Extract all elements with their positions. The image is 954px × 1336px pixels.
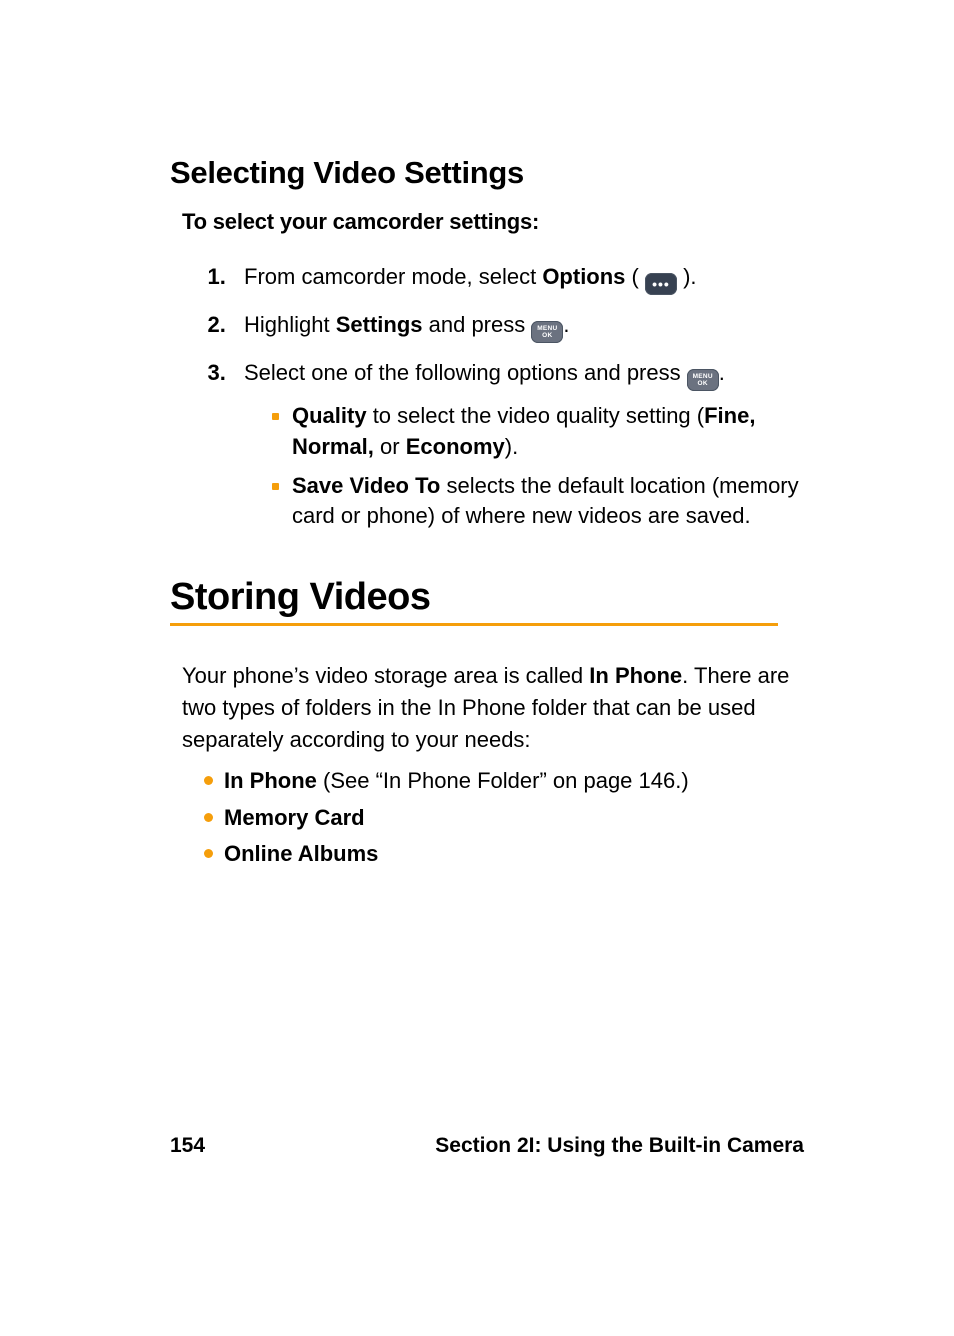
bullet-bold: Quality: [292, 403, 367, 428]
folder-bullets: In Phone (See “In Phone Folder” on page …: [182, 766, 804, 870]
step-bold: Options: [542, 264, 625, 289]
section-label: Section 2I: Using the Built-in Camera: [435, 1134, 804, 1158]
step-2: Highlight Settings and press MENUOK.: [232, 309, 804, 343]
sub-bullet: Save Video To selects the default locati…: [272, 471, 804, 533]
bullet-text: (See “In Phone Folder” on page 146.): [317, 768, 689, 793]
bullet-bold: Memory Card: [224, 805, 365, 830]
document-page: Selecting Video Settings To select your …: [0, 0, 954, 1336]
step-text: (: [625, 264, 645, 289]
icon-line: MENU: [537, 325, 557, 332]
bullet-text: ).: [505, 434, 518, 459]
step-text: ).: [677, 264, 697, 289]
step-text: and press: [423, 312, 532, 337]
options-key-icon: •••: [645, 273, 677, 295]
step-text: Select one of the following options and …: [244, 360, 687, 385]
step-1: From camcorder mode, select Options ( ••…: [232, 261, 804, 295]
page-heading: Storing Videos: [170, 576, 804, 619]
step-3: Select one of the following options and …: [232, 357, 804, 532]
bullet-bold: Save Video To: [292, 473, 440, 498]
step-bold: Settings: [336, 312, 423, 337]
step-text: Highlight: [244, 312, 336, 337]
list-item: Online Albums: [204, 839, 804, 870]
bullet-bold: Economy: [406, 434, 505, 459]
subsection-heading: Selecting Video Settings: [170, 155, 804, 191]
step-text: .: [719, 360, 725, 385]
step-text: .: [563, 312, 569, 337]
page-number: 154: [170, 1134, 205, 1158]
para-text: Your phone’s video storage area is calle…: [182, 663, 589, 688]
body-paragraph: Your phone’s video storage area is calle…: [182, 660, 792, 756]
list-item: In Phone (See “In Phone Folder” on page …: [204, 766, 804, 797]
step-text: From camcorder mode, select: [244, 264, 542, 289]
menu-ok-key-icon: MENUOK: [687, 369, 719, 391]
icon-line: OK: [542, 332, 552, 339]
lead-instruction: To select your camcorder settings:: [182, 209, 804, 235]
para-bold: In Phone: [589, 663, 682, 688]
icon-line: MENU: [693, 373, 713, 380]
bullet-bold: In Phone: [224, 768, 317, 793]
bullet-text: or: [374, 434, 406, 459]
sub-bullet: Quality to select the video quality sett…: [272, 401, 804, 463]
page-footer: 154 Section 2I: Using the Built-in Camer…: [0, 1134, 954, 1158]
numbered-steps: From camcorder mode, select Options ( ••…: [192, 261, 804, 532]
heading-underline: [170, 623, 778, 626]
menu-ok-key-icon: MENUOK: [531, 321, 563, 343]
bullet-bold: Online Albums: [224, 841, 378, 866]
bullet-text: to select the video quality setting (: [367, 403, 705, 428]
icon-line: OK: [698, 380, 708, 387]
sub-bullets: Quality to select the video quality sett…: [244, 401, 804, 532]
list-item: Memory Card: [204, 803, 804, 834]
